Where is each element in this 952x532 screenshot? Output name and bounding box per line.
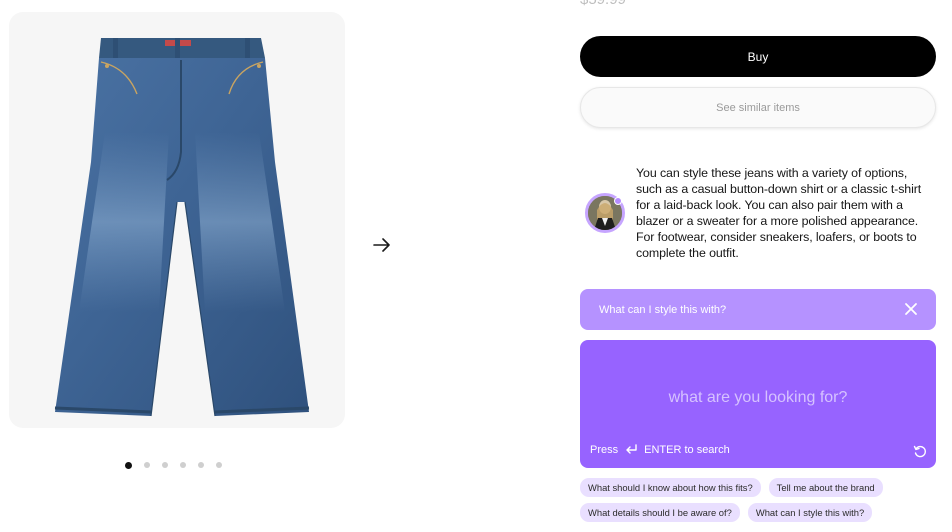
assistant-answer: You can style these jeans with a variety… [636, 166, 922, 260]
carousel-dot[interactable] [216, 462, 222, 468]
enter-key-icon [626, 444, 637, 454]
jeans-photo [54, 38, 310, 417]
active-query-text: What can I style this with? [599, 303, 727, 316]
carousel-dot[interactable] [162, 462, 168, 468]
carousel-dot[interactable] [144, 462, 150, 468]
product-image[interactable] [9, 12, 345, 428]
online-indicator [614, 197, 622, 205]
next-arrow-icon[interactable] [371, 236, 393, 254]
hint-press: Press [590, 444, 619, 456]
active-query: What can I style this with? [580, 289, 936, 330]
suggestion-chip[interactable]: What details should I be aware of? [580, 503, 740, 522]
suggestion-chip[interactable]: What can I style this with? [747, 503, 873, 522]
product-price: $59.99 [580, 0, 626, 8]
search-input[interactable] [580, 386, 936, 410]
search-hint: Press ENTER to search [590, 444, 730, 456]
carousel-dot[interactable] [125, 461, 132, 469]
buy-button[interactable]: Buy [580, 36, 936, 77]
suggestion-chip[interactable]: What should I know about how this fits? [580, 478, 761, 497]
carousel-dot[interactable] [180, 462, 186, 468]
reset-icon[interactable] [913, 445, 927, 459]
carousel-dot[interactable] [198, 462, 204, 468]
see-similar-button[interactable]: See similar items [580, 87, 936, 128]
close-icon[interactable] [904, 302, 918, 316]
search-panel: Press ENTER to search [580, 340, 936, 468]
hint-rest: ENTER to search [644, 444, 730, 456]
carousel-dots [125, 461, 222, 469]
suggestion-chip[interactable]: Tell me about the brand [768, 478, 883, 497]
suggestion-chips: What should I know about how this fits? … [580, 478, 940, 528]
